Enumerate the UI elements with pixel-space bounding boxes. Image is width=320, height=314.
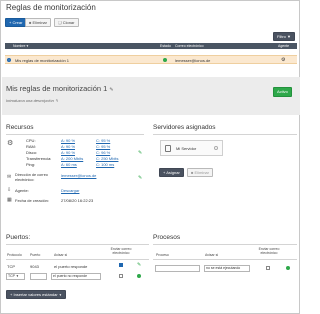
col-email: Enviar correo electrónico bbox=[110, 247, 132, 255]
edit-pencil-icon[interactable]: ✎ bbox=[138, 175, 142, 181]
server-card[interactable]: Mi Servidor bbox=[160, 140, 223, 156]
metric-transfer-warn[interactable]: A: 200 Mbits bbox=[61, 156, 83, 161]
col-process: Proceso bbox=[156, 253, 169, 257]
col-alert: Avisar si bbox=[205, 253, 219, 257]
agent-icon: ⚙ bbox=[281, 57, 286, 63]
servers-title: Servidores asignados bbox=[153, 124, 216, 131]
metrics-list: CPU: A: 90 % C: 95 % RAM: A: 90 % C: 95 … bbox=[26, 138, 146, 168]
process-input[interactable] bbox=[155, 265, 200, 272]
agent-download-link[interactable]: Descargar bbox=[61, 188, 79, 193]
divider bbox=[153, 259, 297, 260]
remove-button[interactable]: ■ Eliminar bbox=[187, 168, 213, 177]
metric-cpu-warn[interactable]: A: 90 % bbox=[61, 138, 75, 143]
metric-ping-warn[interactable]: A: 60 ms bbox=[61, 162, 77, 167]
col-state[interactable]: Estado bbox=[160, 43, 171, 49]
col-port: Puerto bbox=[30, 253, 41, 257]
col-email[interactable]: Correo electrónico bbox=[175, 43, 204, 49]
metric-ram-label: RAM: bbox=[26, 144, 36, 149]
new-port-email-checkbox[interactable] bbox=[119, 274, 123, 278]
metric-ram-crit[interactable]: C: 95 % bbox=[96, 144, 110, 149]
port-input[interactable] bbox=[30, 273, 47, 280]
create-button[interactable]: + Crear bbox=[5, 18, 27, 27]
metric-cpu-label: CPU: bbox=[26, 138, 36, 143]
assign-button[interactable]: + Asignar bbox=[159, 168, 184, 177]
edit-pencil-icon: ✎ bbox=[54, 98, 59, 103]
metric-cpu-crit[interactable]: C: 95 % bbox=[96, 138, 110, 143]
protocol-select[interactable]: TCP ▼ bbox=[6, 273, 25, 280]
metric-ram-warn[interactable]: A: 90 % bbox=[61, 144, 75, 149]
port-email-checkbox[interactable] bbox=[119, 263, 123, 267]
radio-selected[interactable] bbox=[7, 58, 11, 62]
port-alert: el puerto responde bbox=[54, 264, 88, 269]
port-number: 9043 bbox=[30, 264, 39, 269]
calendar-icon: ▦ bbox=[7, 197, 12, 203]
delete-button[interactable]: ■ Eliminar bbox=[25, 18, 51, 27]
metric-disk-label: Disco: bbox=[26, 150, 38, 155]
row-email: lemesser@ionos.de bbox=[175, 58, 211, 63]
metric-transfer-label: Transferencia: bbox=[26, 156, 52, 161]
gear-icon: ⚙ bbox=[7, 140, 14, 147]
metric-disk-crit[interactable]: C: 96 % bbox=[96, 150, 110, 155]
date-value: 27/08/20 16:22:23 bbox=[61, 198, 94, 203]
metric-transfer-crit[interactable]: C: 250 Mbits bbox=[96, 156, 118, 161]
status-ok-icon bbox=[163, 58, 167, 62]
mail-icon: ✉ bbox=[7, 174, 12, 180]
divider bbox=[6, 134, 144, 135]
email-label: Dirección de correo electrónico: bbox=[15, 173, 48, 182]
divider bbox=[153, 134, 297, 135]
server-select-radio[interactable] bbox=[214, 146, 218, 150]
edit-pencil-icon[interactable]: ✎ bbox=[138, 150, 142, 156]
download-icon: ⇩ bbox=[7, 187, 12, 193]
col-name[interactable]: Nombre ▾ bbox=[13, 43, 28, 49]
ports-table-header: Protocolo Puerto Avisar si Enviar correo… bbox=[6, 247, 149, 257]
port-protocol: TCP bbox=[7, 264, 15, 269]
confirm-icon[interactable] bbox=[137, 274, 141, 278]
detail-title: Mis reglas de monitorización 1 ✎ bbox=[6, 84, 114, 93]
col-agent[interactable]: Agente bbox=[278, 43, 289, 49]
edit-pencil-icon[interactable]: ✎ bbox=[137, 262, 141, 268]
chevron-down-icon: ▼ bbox=[58, 293, 62, 297]
date-label: Fecha de creación: bbox=[15, 198, 50, 203]
rules-table-header: Nombre ▾ Estado Correo electrónico Agent… bbox=[5, 43, 297, 49]
divider bbox=[6, 244, 149, 245]
sort-icon: ▾ bbox=[26, 44, 29, 48]
ports-title: Puertos: bbox=[6, 234, 31, 241]
filter-button[interactable]: Filtro ▼ bbox=[273, 32, 295, 41]
server-icon bbox=[165, 145, 171, 152]
email-value[interactable]: lemesser@ionos.de bbox=[61, 173, 96, 178]
processes-title: Procesos bbox=[153, 234, 181, 241]
metric-ping-label: Ping: bbox=[26, 162, 36, 167]
confirm-icon[interactable] bbox=[286, 266, 290, 270]
col-alert: Avisar si bbox=[54, 253, 68, 257]
chevron-down-icon: ▼ bbox=[15, 274, 19, 278]
page-title: Reglas de monitorización bbox=[6, 3, 96, 12]
insert-defaults-button[interactable]: + Insertar valores estándar ▼ bbox=[6, 290, 66, 299]
processes-table-header: Proceso Avisar si Enviar correo electrón… bbox=[153, 247, 297, 257]
activate-toggle[interactable]: Activo bbox=[273, 87, 292, 97]
metric-disk-warn[interactable]: A: 90 % bbox=[61, 150, 75, 155]
clone-button[interactable]: ❏ Clonar bbox=[54, 18, 79, 27]
resources-title: Recursos bbox=[6, 124, 34, 131]
row-name: Mis reglas de monitorización 1 bbox=[15, 58, 70, 63]
server-name: Mi Servidor bbox=[176, 146, 197, 151]
col-email: Enviar correo electrónico bbox=[258, 247, 280, 255]
app-window: Reglas de monitorización + Crear ■ Elimi… bbox=[0, 0, 300, 314]
divider bbox=[153, 244, 297, 245]
agent-label: Agente: bbox=[15, 188, 29, 193]
table-row: TCP 9043 el puerto responde ✎ bbox=[6, 262, 149, 270]
detail-description[interactable]: Introduzca una descripción ✎ bbox=[6, 98, 58, 103]
process-email-checkbox[interactable] bbox=[266, 266, 270, 270]
edit-pencil-icon[interactable]: ✎ bbox=[109, 87, 113, 93]
detail-header bbox=[2, 77, 300, 115]
metric-ping-crit[interactable]: C: 100 ms bbox=[96, 162, 114, 167]
alert-select[interactable]: el puerto no responde bbox=[51, 273, 101, 280]
process-alert-select[interactable]: no se está ejecutando bbox=[204, 265, 250, 272]
col-protocol: Protocolo bbox=[7, 253, 22, 257]
divider bbox=[6, 259, 149, 260]
table-row[interactable]: Mis reglas de monitorización 1 lemesser@… bbox=[5, 55, 297, 64]
filter-icon: ▼ bbox=[287, 34, 291, 39]
